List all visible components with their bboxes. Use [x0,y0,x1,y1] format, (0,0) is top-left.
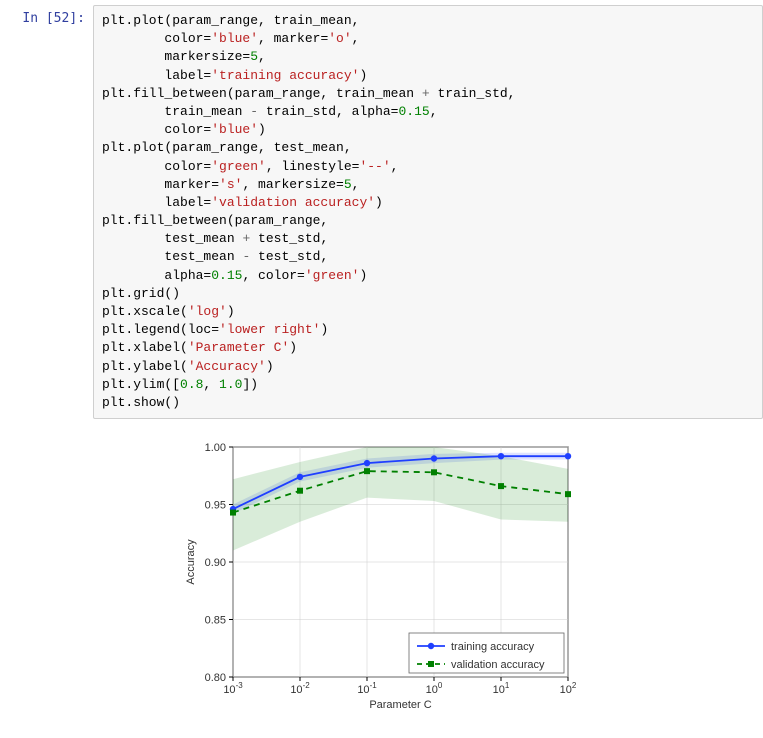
code-input[interactable]: plt.plot(param_range, train_mean, color=… [93,5,763,419]
output-area: 10-3 10-2 10-1 100 101 102 0.80 0.85 0.90 0.95 1.0… [93,424,763,712]
svg-text:102: 102 [560,681,577,696]
svg-text:0.85: 0.85 [205,615,226,627]
svg-text:10-3: 10-3 [223,681,243,696]
ylabel: Accuracy [185,539,197,585]
output-cell: 10-3 10-2 10-1 100 101 102 0.80 0.85 0.90 0.95 1.0… [0,424,763,712]
svg-text:100: 100 [426,681,443,696]
svg-text:10-2: 10-2 [290,681,310,696]
svg-text:0.80: 0.80 [205,672,226,684]
cell-prompt: In [52]: [0,5,93,419]
svg-text:validation accuracy: validation accuracy [451,659,545,671]
svg-text:0.95: 0.95 [205,500,226,512]
svg-text:101: 101 [493,681,510,696]
svg-text:training accuracy: training accuracy [451,641,535,653]
svg-text:0.90: 0.90 [205,557,226,569]
code-cell: In [52]: plt.plot(param_range, train_mea… [0,5,763,419]
output-prompt [0,424,93,712]
svg-text:10-1: 10-1 [357,681,377,696]
xlabel: Parameter C [369,699,431,711]
svg-text:1.00: 1.00 [205,442,226,454]
chart: 10-3 10-2 10-1 100 101 102 0.80 0.85 0.90 0.95 1.0… [178,432,583,712]
